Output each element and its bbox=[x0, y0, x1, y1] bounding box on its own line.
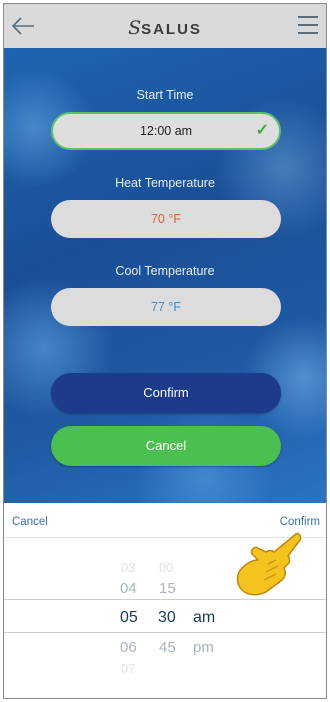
start-time-value: 12:00 am bbox=[139, 124, 193, 138]
picker-hour-selected[interactable]: 05 bbox=[120, 609, 138, 627]
picker-hour-option[interactable]: 06 bbox=[120, 639, 137, 656]
picker-period-selected[interactable]: am bbox=[193, 609, 215, 627]
heat-temperature-value: 70 °F bbox=[150, 212, 181, 226]
logo-text: SALUS bbox=[141, 21, 202, 38]
picker-hour-option[interactable]: 03 bbox=[121, 560, 135, 575]
heat-temperature-field[interactable]: 70 °F bbox=[51, 200, 281, 238]
hamburger-menu-icon[interactable] bbox=[298, 16, 318, 34]
picker-period-option[interactable]: pm bbox=[193, 639, 214, 656]
start-time-label: Start Time bbox=[136, 88, 194, 102]
logo-mark: S bbox=[128, 17, 142, 39]
cool-temperature-field[interactable]: 77 °F bbox=[51, 288, 281, 326]
cool-temperature-value: 77 °F bbox=[150, 300, 181, 314]
confirm-button[interactable]: Confirm bbox=[51, 373, 281, 413]
top-bar: SSALUS bbox=[4, 4, 326, 48]
pointing-hand-icon bbox=[236, 532, 302, 596]
cool-temperature-label: Cool Temperature bbox=[115, 264, 215, 278]
picker-minute-option[interactable]: 45 bbox=[159, 639, 176, 656]
schedule-form: Start Time 12:00 am ✓ Heat Temperature 7… bbox=[4, 48, 326, 503]
picker-confirm-button[interactable]: Confirm bbox=[280, 516, 320, 528]
start-time-field[interactable]: 12:00 am ✓ bbox=[51, 112, 281, 150]
picker-hour-option[interactable]: 04 bbox=[120, 580, 137, 597]
checkmark-icon: ✓ bbox=[255, 122, 269, 139]
picker-minute-option[interactable]: 15 bbox=[159, 580, 176, 597]
app-frame: SSALUS Start Time 12:00 am ✓ Heat Temper… bbox=[3, 3, 327, 699]
heat-temperature-label: Heat Temperature bbox=[115, 176, 215, 190]
picker-minute-option[interactable]: 00 bbox=[159, 560, 173, 575]
picker-hour-option[interactable]: 07 bbox=[121, 661, 135, 676]
picker-cancel-button[interactable]: Cancel bbox=[12, 516, 48, 528]
cancel-button[interactable]: Cancel bbox=[51, 426, 281, 466]
picker-minute-selected[interactable]: 30 bbox=[158, 609, 176, 627]
salus-logo: SSALUS bbox=[4, 17, 326, 39]
